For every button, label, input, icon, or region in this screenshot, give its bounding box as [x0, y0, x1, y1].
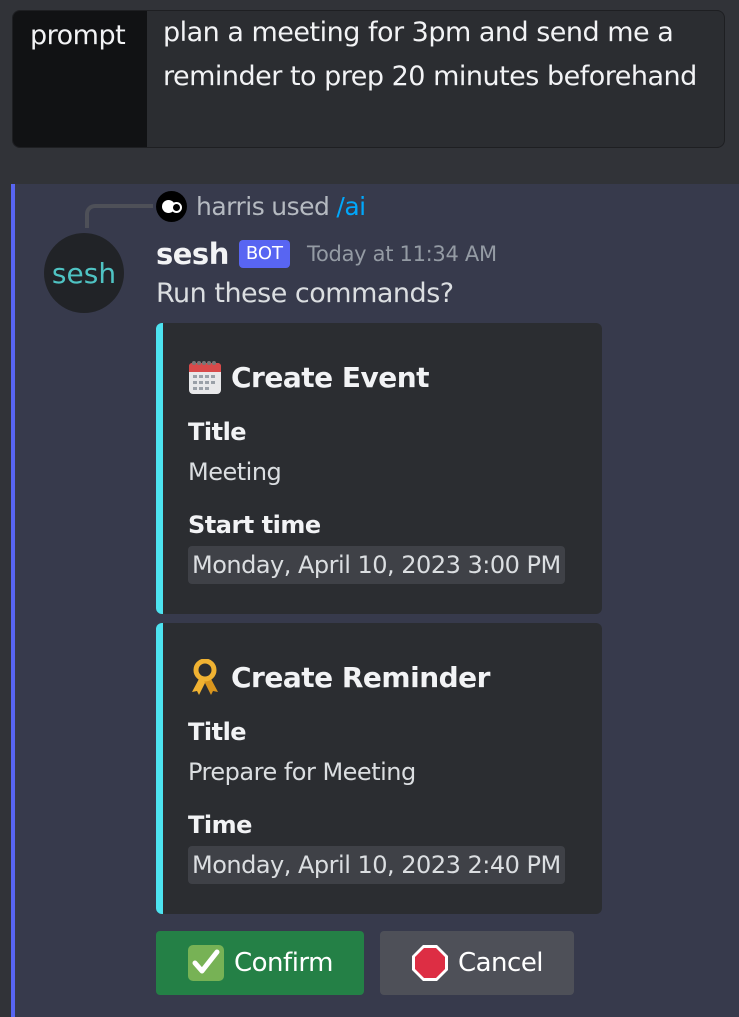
message-header: sesh BOT Today at 11:34 AM: [156, 234, 497, 274]
reply-command[interactable]: /ai: [336, 192, 366, 221]
field-name-time: Time: [188, 811, 252, 839]
stop-sign-icon: [411, 944, 449, 982]
cancel-button[interactable]: Cancel: [380, 931, 574, 995]
command-reply-reference[interactable]: harris used /ai: [156, 188, 366, 224]
check-mark-icon: [187, 944, 225, 982]
avatar[interactable]: sesh: [44, 233, 124, 313]
chat-view: prompt plan a meeting for 3pm and send m…: [0, 0, 739, 1017]
field-name-title: Title: [188, 718, 247, 746]
reply-username[interactable]: harris: [196, 192, 265, 221]
embed-create-reminder: Create Reminder Title Prepare for Meetin…: [156, 623, 602, 914]
embed-title-text: Create Event: [231, 360, 430, 394]
bot-message: harris used /ai sesh sesh BOT Today at 1…: [11, 184, 739, 1017]
timestamp[interactable]: Today at 11:34 AM: [307, 242, 497, 266]
embed-title-text: Create Reminder: [231, 660, 490, 694]
field-value-title: Meeting: [188, 458, 282, 486]
confirm-button[interactable]: Confirm: [156, 931, 364, 995]
field-name-title: Title: [188, 418, 247, 446]
confirm-label: Confirm: [234, 948, 333, 978]
bot-badge: BOT: [238, 240, 291, 268]
command-option-box: prompt plan a meeting for 3pm and send m…: [12, 10, 725, 148]
username[interactable]: sesh: [156, 237, 229, 271]
embed-create-event: Create Event Title Meeting Start time Mo…: [156, 323, 602, 614]
reply-connector: [85, 204, 153, 228]
reply-used-text: used: [271, 191, 330, 221]
option-name: prompt: [13, 11, 147, 147]
field-name-start-time: Start time: [188, 511, 321, 539]
message-content: Run these commands?: [156, 278, 454, 309]
option-value: plan a meeting for 3pm and send me a rem…: [163, 17, 697, 92]
calendar-icon: [188, 359, 222, 395]
embed-title: Create Event: [188, 359, 430, 395]
field-value-start-time[interactable]: Monday, April 10, 2023 3:00 PM: [188, 546, 565, 584]
reply-user-avatar[interactable]: [156, 190, 187, 222]
field-value-title: Prepare for Meeting: [188, 758, 416, 786]
field-value-time[interactable]: Monday, April 10, 2023 2:40 PM: [188, 846, 565, 884]
cancel-label: Cancel: [457, 948, 544, 978]
embed-title: Create Reminder: [188, 658, 490, 695]
reminder-ribbon-icon: [188, 658, 222, 695]
